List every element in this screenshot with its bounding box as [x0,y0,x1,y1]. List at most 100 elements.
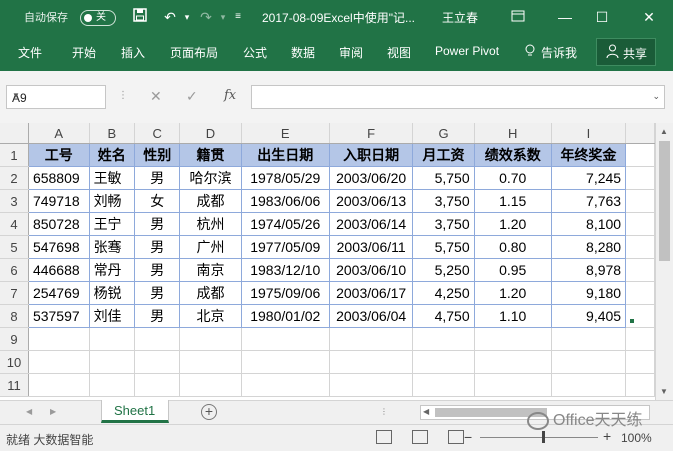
enter-icon[interactable]: ✓ [186,88,198,105]
maximize-icon[interactable]: ☐ [592,7,612,27]
empty-cell[interactable] [134,327,181,351]
data-cell[interactable]: 王敏 [89,166,136,190]
row-header[interactable]: 8 [0,304,29,328]
cancel-icon[interactable]: ✕ [150,88,162,105]
empty-cell[interactable] [625,212,655,236]
empty-cell[interactable] [89,373,136,397]
add-sheet-icon[interactable]: + [201,404,217,420]
fill-handle[interactable] [630,319,634,323]
tab-file[interactable]: 文件 [18,44,42,61]
row-header[interactable]: 11 [0,373,29,397]
column-header-e[interactable]: E [241,123,330,144]
data-cell[interactable]: 常丹 [89,258,136,282]
empty-cell[interactable] [625,373,655,397]
name-box[interactable]: A9 ▼ [6,85,106,109]
data-cell[interactable]: 658809 [28,166,90,190]
row-header[interactable]: 10 [0,350,29,374]
zoom-level[interactable]: 100% [621,431,652,445]
formula-input[interactable]: ⌄ [251,85,665,109]
data-cell[interactable]: 1975/09/06 [241,281,330,305]
data-cell[interactable]: 杨锐 [89,281,136,305]
zoom-out-icon[interactable]: − [464,429,472,445]
header-cell[interactable]: 年终奖金 [551,143,627,167]
data-cell[interactable]: 254769 [28,281,90,305]
header-cell[interactable]: 姓名 [89,143,136,167]
header-cell[interactable]: 性别 [134,143,181,167]
data-cell[interactable]: 杭州 [179,212,242,236]
empty-cell[interactable] [412,373,475,397]
tab-insert[interactable]: 插入 [121,44,145,61]
header-cell[interactable]: 工号 [28,143,90,167]
empty-cell[interactable] [134,373,181,397]
data-cell[interactable]: 749718 [28,189,90,213]
undo-dropdown-icon[interactable]: ▾ [177,7,197,27]
row-header[interactable]: 1 [0,143,29,167]
empty-cell[interactable] [179,373,242,397]
tell-me-search[interactable]: 告诉我 [541,44,577,61]
column-header-f[interactable]: F [329,123,414,144]
data-cell[interactable]: 男 [134,166,181,190]
expand-formula-icon[interactable]: ⌄ [652,91,660,102]
data-cell[interactable]: 男 [134,304,181,328]
data-cell[interactable]: 2003/06/13 [329,189,414,213]
header-cell[interactable]: 绩效系数 [474,143,552,167]
data-cell[interactable]: 537597 [28,304,90,328]
empty-cell[interactable] [474,327,552,351]
data-cell[interactable]: 9,180 [551,281,627,305]
data-cell[interactable]: 2003/06/11 [329,235,414,259]
zoom-slider[interactable] [480,437,598,438]
share-button[interactable]: 共享 [596,38,656,66]
data-cell[interactable]: 男 [134,258,181,282]
row-header[interactable]: 5 [0,235,29,259]
data-cell[interactable]: 0.70 [474,166,552,190]
scroll-up-icon[interactable]: ▲ [660,127,668,136]
tab-page-layout[interactable]: 页面布局 [170,44,218,61]
data-cell[interactable]: 5,250 [412,258,475,282]
sheet-tab-sheet1[interactable]: Sheet1 [101,400,169,423]
data-cell[interactable]: 男 [134,235,181,259]
data-cell[interactable]: 7,763 [551,189,627,213]
empty-cell[interactable] [329,350,414,374]
empty-cell[interactable] [241,350,330,374]
ribbon-display-icon[interactable] [508,7,528,27]
normal-view-icon[interactable] [376,430,392,444]
empty-cell[interactable] [89,350,136,374]
empty-cell[interactable] [625,281,655,305]
data-cell[interactable]: 广州 [179,235,242,259]
data-cell[interactable]: 8,280 [551,235,627,259]
column-header-a[interactable]: A [28,123,90,144]
empty-cell[interactable] [625,189,655,213]
column-header-d[interactable]: D [179,123,242,144]
data-cell[interactable]: 刘畅 [89,189,136,213]
data-cell[interactable]: 1.15 [474,189,552,213]
header-cell[interactable]: 入职日期 [329,143,414,167]
data-cell[interactable]: 1.20 [474,281,552,305]
data-cell[interactable]: 北京 [179,304,242,328]
data-cell[interactable]: 张骞 [89,235,136,259]
data-cell[interactable]: 7,245 [551,166,627,190]
header-cell[interactable]: 出生日期 [241,143,330,167]
row-header[interactable]: 4 [0,212,29,236]
data-cell[interactable]: 2003/06/10 [329,258,414,282]
empty-cell[interactable] [412,350,475,374]
tab-split-icon[interactable]: ⋮ [380,407,388,416]
empty-cell[interactable] [551,350,627,374]
data-cell[interactable]: 男 [134,281,181,305]
empty-cell[interactable] [329,373,414,397]
chevron-down-icon[interactable]: ▼ [12,91,101,100]
data-cell[interactable]: 547698 [28,235,90,259]
empty-cell[interactable] [179,327,242,351]
empty-cell[interactable] [89,327,136,351]
empty-cell[interactable] [551,373,627,397]
page-break-view-icon[interactable] [448,430,464,444]
next-sheet-icon[interactable]: ▶ [50,407,56,416]
data-cell[interactable]: 成都 [179,281,242,305]
empty-cell[interactable] [474,350,552,374]
close-icon[interactable]: ✕ [639,7,659,27]
data-cell[interactable]: 850728 [28,212,90,236]
empty-cell[interactable] [625,143,655,167]
tab-view[interactable]: 视图 [387,44,411,61]
user-name[interactable]: 王立春 [442,9,478,26]
empty-cell[interactable] [329,327,414,351]
data-cell[interactable]: 1974/05/26 [241,212,330,236]
